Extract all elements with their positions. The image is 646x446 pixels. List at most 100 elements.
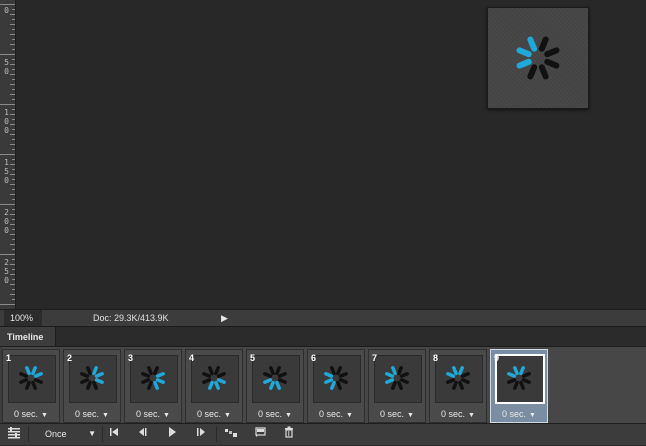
spinner-spoke xyxy=(513,366,519,376)
tab-timeline[interactable]: Timeline xyxy=(0,327,56,346)
frame-delay-select[interactable]: 0 sec. ▼ xyxy=(186,407,242,423)
frame-delay-select[interactable]: 0 sec. ▼ xyxy=(430,407,486,423)
previous-frame-icon[interactable] xyxy=(133,426,153,442)
spinner-spoke xyxy=(452,366,458,376)
tween-icon[interactable] xyxy=(221,426,241,442)
spinner-spoke xyxy=(516,58,532,69)
toolbar-divider xyxy=(28,426,29,442)
spinner-spoke xyxy=(527,36,538,52)
ruler-tick xyxy=(12,69,15,70)
ruler-tick xyxy=(12,269,15,270)
ruler-tick xyxy=(12,99,15,100)
spinner-spoke xyxy=(275,366,281,376)
frame-delay-select[interactable]: 0 sec. ▼ xyxy=(247,407,303,423)
frame-delay-select[interactable]: 0 sec. ▼ xyxy=(491,407,547,423)
frame-thumbnail[interactable] xyxy=(8,355,56,403)
frame-thumbnail[interactable] xyxy=(191,355,239,403)
frame-delay-select[interactable]: 0 sec. ▼ xyxy=(369,407,425,423)
spinner-spoke xyxy=(460,372,470,378)
ruler-tick xyxy=(0,304,15,305)
animation-frame[interactable]: 7 0 sec. ▼ xyxy=(368,349,426,423)
spinner-spoke xyxy=(391,366,397,376)
spinner-spoke xyxy=(33,378,43,384)
spinner-spoke xyxy=(86,366,92,376)
frame-number: 6 xyxy=(311,353,317,363)
status-menu-arrow-icon[interactable]: ▶ xyxy=(221,310,228,327)
chevron-down-icon: ▼ xyxy=(468,412,475,419)
ruler-tick xyxy=(0,254,15,255)
chevron-down-icon: ▼ xyxy=(529,412,536,419)
spinner-spoke xyxy=(269,380,275,390)
spinner-spoke xyxy=(80,378,90,384)
ruler-tick xyxy=(12,129,15,130)
frame-delay-select[interactable]: 0 sec. ▼ xyxy=(3,407,59,423)
ruler-tick xyxy=(12,59,15,60)
spinner-spoke xyxy=(460,378,470,384)
ruler-tick xyxy=(12,119,15,120)
animation-frame[interactable]: 4 0 sec. ▼ xyxy=(185,349,243,423)
animation-frame[interactable]: 5 0 sec. ▼ xyxy=(246,349,304,423)
spinner-spoke xyxy=(141,378,151,384)
animation-frame[interactable]: 6 0 sec. ▼ xyxy=(307,349,365,423)
spinner-spoke xyxy=(19,378,29,384)
spinner-spoke xyxy=(208,366,214,376)
ruler-tick xyxy=(12,29,15,30)
frame-delay-value: 0 sec. xyxy=(502,409,527,419)
vertical-ruler[interactable]: 0 50 100 150 200 250 xyxy=(0,0,16,310)
panel-menu-icon[interactable] xyxy=(4,426,24,442)
ruler-tick xyxy=(12,79,15,80)
frame-thumbnail[interactable] xyxy=(69,355,117,403)
ruler-tick xyxy=(12,189,15,190)
frame-thumbnail[interactable] xyxy=(495,354,545,404)
spinner-spoke xyxy=(147,380,153,390)
animation-frame[interactable]: 2 0 sec. ▼ xyxy=(63,349,121,423)
panel-tab-bar: Timeline xyxy=(0,327,646,347)
frame-thumbnail[interactable] xyxy=(130,355,178,403)
first-frame-icon[interactable] xyxy=(104,426,124,442)
frame-delay-select[interactable]: 0 sec. ▼ xyxy=(125,407,181,423)
spinner-spoke xyxy=(263,378,273,384)
ruler-label: 150 xyxy=(4,158,9,185)
frame-thumbnail[interactable] xyxy=(252,355,300,403)
frame-delay-select[interactable]: 0 sec. ▼ xyxy=(308,407,364,423)
frame-delay-select[interactable]: 0 sec. ▼ xyxy=(64,407,120,423)
ruler-tick xyxy=(12,209,15,210)
animation-frame[interactable]: 9 0 sec. ▼ xyxy=(490,349,548,423)
loop-options-select[interactable]: Once ▼ xyxy=(34,426,100,442)
play-icon[interactable] xyxy=(162,426,182,442)
document-size-info[interactable]: Doc: 29.3K/413.9K xyxy=(93,310,169,327)
spinner-thumbnail-graphic xyxy=(446,366,470,390)
frame-delay-value: 0 sec. xyxy=(380,409,405,419)
frame-thumbnail[interactable] xyxy=(313,355,361,403)
animation-frame[interactable]: 3 0 sec. ▼ xyxy=(124,349,182,423)
frame-thumbnail[interactable] xyxy=(435,355,483,403)
chevron-down-icon: ▼ xyxy=(346,412,353,419)
spinner-spoke xyxy=(86,380,92,390)
spinner-spoke xyxy=(92,380,98,390)
frame-number: 5 xyxy=(250,353,256,363)
spinner-spoke xyxy=(25,380,31,390)
duplicate-frame-icon[interactable] xyxy=(250,426,270,442)
spinner-thumbnail-graphic xyxy=(324,366,348,390)
spinner-thumbnail-graphic xyxy=(141,366,165,390)
ruler-tick xyxy=(12,39,15,40)
animation-frame[interactable]: 1 0 sec. ▼ xyxy=(2,349,60,423)
spinner-spoke xyxy=(31,380,37,390)
spinner-spoke xyxy=(538,64,549,80)
zoom-level-field[interactable]: 100% xyxy=(4,310,42,326)
document-canvas[interactable] xyxy=(16,0,646,309)
spinner-spoke xyxy=(538,36,549,52)
spinner-spoke xyxy=(516,47,532,58)
delete-frame-icon[interactable] xyxy=(279,426,299,442)
ruler-tick xyxy=(10,44,15,45)
document-preview xyxy=(487,7,589,109)
next-frame-icon[interactable] xyxy=(191,426,211,442)
spinner-spoke xyxy=(202,378,212,384)
spinner-spoke xyxy=(92,366,98,376)
spinner-spoke xyxy=(385,378,395,384)
ruler-tick xyxy=(12,169,15,170)
animation-frame[interactable]: 8 0 sec. ▼ xyxy=(429,349,487,423)
frame-thumbnail[interactable] xyxy=(374,355,422,403)
spinner-spoke xyxy=(33,372,43,378)
spinner-spoke xyxy=(275,380,281,390)
